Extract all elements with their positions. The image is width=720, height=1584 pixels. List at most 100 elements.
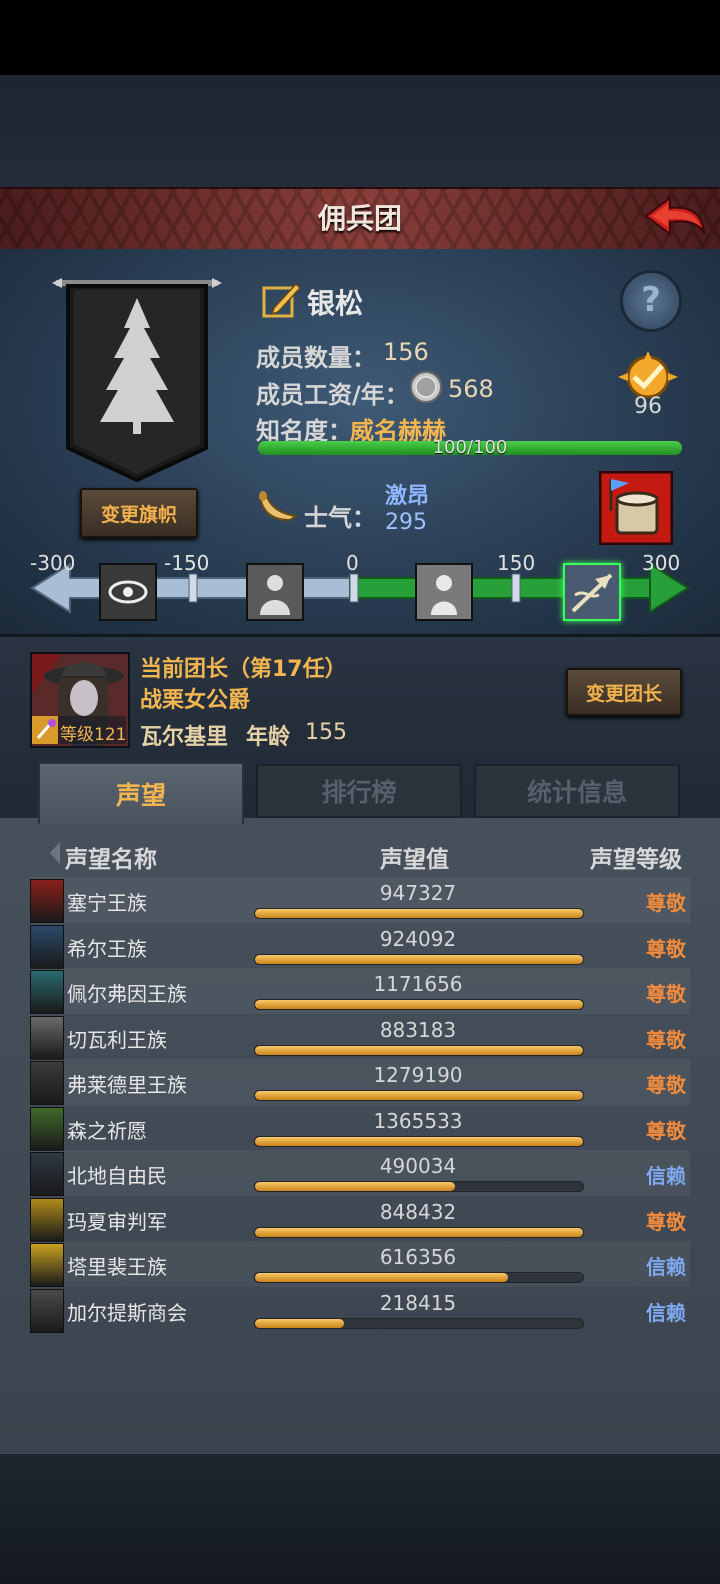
table-row[interactable]: 弗莱德里王族 1279190 尊敬 (30, 1059, 690, 1105)
morale-tick-label: -300 (30, 551, 76, 575)
faction-crest-icon (30, 879, 64, 923)
morale-panic-icon[interactable] (99, 563, 157, 621)
faction-name: 塞宁王族 (67, 891, 147, 915)
reputation-bar-fill (255, 1227, 583, 1237)
leader-name: 瓦尔基里 (140, 725, 229, 750)
faction-crest-icon (30, 1015, 64, 1060)
horn-icon (258, 491, 298, 522)
page-title: 佣兵团 (317, 202, 402, 235)
reputation-bar-fill (255, 1000, 583, 1009)
faction-name: 佩尔弗因王族 (67, 982, 187, 1006)
faction-crest-icon (30, 1061, 64, 1105)
top-background (0, 75, 720, 187)
reputation-bar-fill (255, 1273, 508, 1282)
reputation-value: 848432 (379, 1199, 457, 1224)
morale-fear-icon[interactable] (246, 563, 304, 621)
fame-progress-text: 100/100 (432, 437, 508, 458)
reputation-bar (254, 1226, 584, 1238)
reputation-value: 1171656 (373, 972, 463, 996)
reputation-bar-fill (255, 1091, 583, 1100)
column-header-level: 声望等级 (590, 847, 682, 873)
faction-crest-icon (30, 1243, 64, 1287)
faction-name: 森之祈愿 (67, 1118, 147, 1143)
reputation-bar (254, 908, 584, 919)
faction-crest-icon (30, 1152, 64, 1196)
badge-value: 96 (634, 394, 662, 419)
morale-tick-label: 150 (497, 551, 536, 575)
morale-calm-icon[interactable] (415, 563, 473, 621)
war-drum-icon[interactable] (599, 471, 673, 545)
tab-ranking[interactable]: 排行榜 (256, 764, 462, 818)
column-header-value: 声望值 (380, 847, 449, 873)
reputation-bar (254, 1181, 584, 1192)
faction-name: 希尔王族 (67, 936, 147, 961)
edit-name-icon[interactable] (262, 280, 302, 320)
reputation-value: 947327 (379, 881, 457, 905)
table-row[interactable]: 希尔王族 924092 尊敬 (30, 923, 690, 969)
wage-value: 568 (448, 375, 494, 403)
reputation-level: 尊敬 (646, 1073, 686, 1097)
reputation-level: 尊敬 (646, 891, 686, 915)
leader-level: 等级121 (60, 725, 127, 745)
reputation-value: 218415 (379, 1290, 457, 1315)
change-flag-button[interactable]: 变更旗帜 (80, 488, 198, 538)
reputation-value: 883183 (379, 1017, 457, 1042)
reputation-value: 1365533 (373, 1108, 463, 1133)
leader-heading: 当前团长（第17任） (140, 657, 347, 682)
leader-title: 战栗女公爵 (140, 688, 251, 713)
reputation-bar-fill (255, 954, 583, 964)
pine-banner-icon (52, 278, 222, 483)
status-bar (0, 0, 720, 75)
table-row[interactable]: 塔里裴王族 616356 信赖 (30, 1241, 690, 1287)
reputation-bar (254, 1044, 584, 1056)
reputation-level: 尊敬 (646, 1209, 686, 1234)
morale-label: 士气： (304, 504, 376, 532)
reputation-value: 490034 (379, 1154, 457, 1178)
wage-label: 成员工资/年： (256, 381, 409, 409)
morale-tick-label: -150 (164, 551, 210, 575)
morale-tick-label: 0 (346, 551, 359, 575)
morale-state: 激昂 (385, 484, 430, 509)
reputation-value: 1279190 (373, 1063, 463, 1087)
reputation-bar-fill (255, 1045, 583, 1055)
faction-name: 玛夏审判军 (67, 1209, 167, 1234)
faction-crest-icon (30, 1288, 64, 1333)
silver-coin-icon (410, 371, 442, 403)
tab-statistics[interactable]: 统计信息 (474, 764, 680, 818)
faction-name: 北地自由民 (67, 1164, 167, 1188)
change-leader-button[interactable]: 变更团长 (566, 668, 682, 716)
faction-name: 弗莱德里王族 (67, 1073, 187, 1097)
faction-name: 加尔提斯商会 (67, 1300, 187, 1325)
reputation-level: 信赖 (646, 1164, 686, 1188)
table-row[interactable]: 森之祈愿 1365533 尊敬 (30, 1105, 690, 1151)
table-row[interactable]: 切瓦利王族 883183 尊敬 (30, 1014, 690, 1060)
faction-name: 塔里裴王族 (67, 1255, 167, 1279)
morale-inspired-icon[interactable] (563, 563, 621, 621)
table-row[interactable]: 加尔提斯商会 218415 信赖 (30, 1287, 690, 1333)
reputation-value: 924092 (379, 926, 457, 951)
morale-tick-mark (188, 573, 198, 603)
help-icon[interactable]: ? (620, 270, 682, 332)
reputation-value: 616356 (379, 1245, 457, 1269)
table-row[interactable]: 北地自由民 490034 信赖 (30, 1150, 690, 1196)
morale-tick-mark (349, 573, 359, 603)
members-value: 156 (383, 338, 429, 366)
back-arrow-icon[interactable] (642, 192, 708, 242)
column-header-name: 声望名称 (65, 847, 157, 873)
table-row[interactable]: 玛夏审判军 848432 尊敬 (30, 1196, 690, 1242)
reputation-level: 尊敬 (646, 936, 686, 961)
table-row[interactable]: 佩尔弗因王族 1171656 尊敬 (30, 968, 690, 1014)
corp-name: 银松 (307, 287, 364, 320)
reputation-bar-fill (255, 909, 583, 918)
table-row[interactable]: 塞宁王族 947327 尊敬 (30, 877, 690, 923)
morale-value: 295 (385, 510, 427, 535)
reputation-bar (254, 1272, 584, 1283)
faction-crest-icon (30, 924, 64, 969)
reputation-level: 尊敬 (646, 1027, 686, 1052)
reputation-bar (254, 1135, 584, 1147)
faction-crest-icon (30, 1197, 64, 1242)
reputation-level: 信赖 (646, 1300, 686, 1325)
tab-reputation[interactable]: 声望 (38, 762, 244, 824)
reputation-bar (254, 1317, 584, 1329)
header-notch (50, 842, 60, 864)
